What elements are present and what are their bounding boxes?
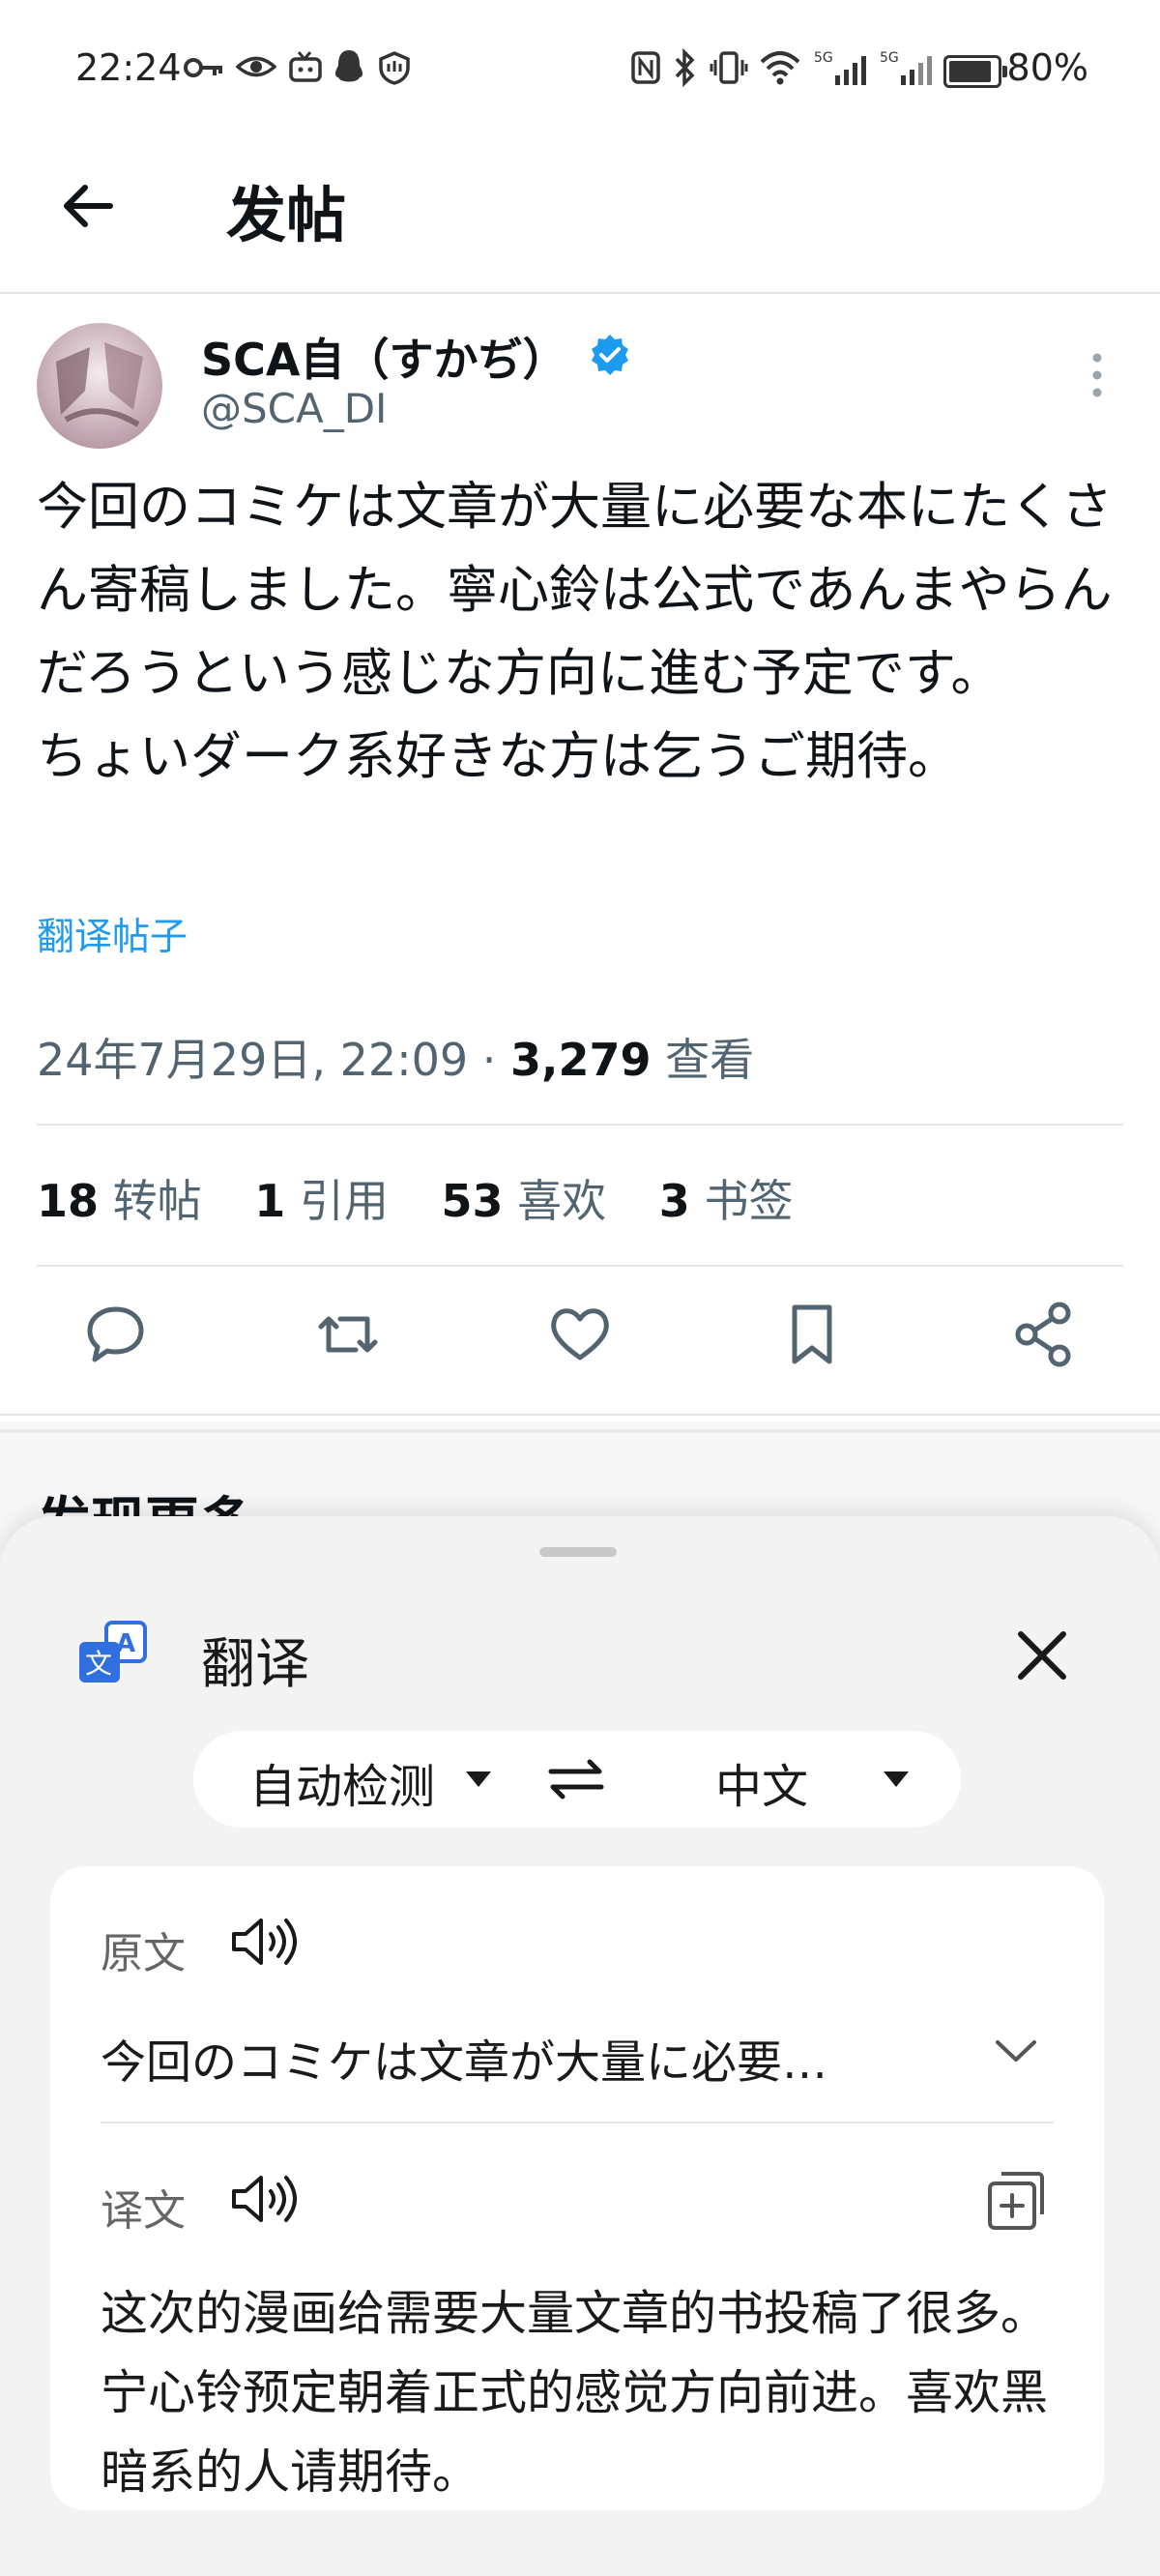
post-actions-bar <box>0 1296 1160 1383</box>
post-text: 今回のコミケは文章が大量に必要な本にたくさん寄稿しました。寧心鈴は公式であんまや… <box>37 478 1113 786</box>
chevron-down-icon[interactable] <box>994 2036 1038 2065</box>
reply-icon[interactable] <box>77 1296 155 1373</box>
verified-badge-icon <box>592 335 628 375</box>
target-language-select[interactable]: 中文 <box>715 1748 808 1816</box>
dropdown-triangle-icon[interactable] <box>464 1770 493 1789</box>
dropdown-triangle-icon[interactable] <box>882 1770 911 1789</box>
source-language-select[interactable]: 自动检测 <box>249 1748 435 1816</box>
svg-text:5G: 5G <box>814 50 833 66</box>
author-handle[interactable]: @SCA_DI <box>201 385 387 432</box>
status-bar: 22:24 5G 5G 80% <box>0 0 1160 135</box>
engagement-stats: 18 转帖 1 引用 53 喜欢 3 书签 <box>37 1166 831 1230</box>
back-arrow-icon[interactable] <box>56 172 124 240</box>
post-timestamp: 24年7月29日, 22:09 · <box>37 1034 511 1086</box>
translated-text-label: 译文 <box>101 2186 186 2236</box>
battery-icon <box>943 55 1007 88</box>
author-name[interactable]: SCA自（すかぢ） <box>201 325 567 389</box>
views-count: 3,279 <box>510 1034 652 1086</box>
post-meta: 24年7月29日, 22:09 · 3,279 查看 <box>37 1025 754 1089</box>
speaker-icon[interactable] <box>228 2172 302 2226</box>
eye-icon <box>236 56 276 77</box>
swap-languages-icon[interactable] <box>547 1758 605 1800</box>
page-title: 发帖 <box>226 180 347 250</box>
share-icon[interactable] <box>1005 1296 1083 1373</box>
translated-text: 这次的漫画给需要大量文章的书投稿了很多。宁心铃预定朝着正式的感觉方向前进。喜欢黑… <box>101 2286 1049 2500</box>
more-options-icon[interactable] <box>1083 350 1112 400</box>
status-time: 22:24 <box>75 46 182 89</box>
stat-quotes[interactable]: 1 引用 <box>254 1175 389 1227</box>
stat-likes[interactable]: 53 喜欢 <box>442 1175 607 1227</box>
card-divider <box>101 2122 1054 2123</box>
speaker-icon[interactable] <box>228 1915 302 1969</box>
actions-divider <box>0 1414 1160 1416</box>
svg-text:5G: 5G <box>880 50 899 66</box>
stat-bookmarks[interactable]: 3 书签 <box>659 1175 794 1227</box>
close-icon[interactable] <box>1011 1625 1073 1686</box>
repost-icon[interactable] <box>309 1296 387 1373</box>
bluetooth-icon <box>675 48 695 87</box>
qq-icon <box>335 50 362 82</box>
wifi-icon <box>760 51 800 85</box>
translate-icon: A 文 <box>79 1621 147 1683</box>
like-heart-icon[interactable] <box>541 1296 619 1373</box>
battery-percent: 80% <box>1006 46 1088 89</box>
header-divider <box>0 292 1160 294</box>
signal-5g-icon: 5G <box>814 50 866 85</box>
shield-icon <box>379 51 410 85</box>
meta-divider <box>37 1124 1123 1126</box>
avatar[interactable] <box>37 323 162 449</box>
vibrate-icon <box>710 51 748 84</box>
nfc-icon <box>631 51 660 84</box>
source-text: 今回のコミケは文章が大量に必要… <box>101 2036 827 2090</box>
sheet-drag-handle[interactable] <box>539 1547 617 1557</box>
tv-icon <box>289 51 322 82</box>
key-icon <box>184 58 222 77</box>
signal-5g-icon: 5G <box>880 50 932 85</box>
svg-text:文: 文 <box>85 1648 112 1680</box>
stats-divider <box>37 1265 1123 1267</box>
stat-reposts[interactable]: 18 转帖 <box>37 1175 202 1227</box>
translate-post-link[interactable]: 翻译帖子 <box>37 907 188 961</box>
copy-icon[interactable] <box>982 2166 1050 2234</box>
source-text-label: 原文 <box>101 1929 186 1978</box>
bookmark-icon[interactable] <box>773 1296 851 1373</box>
translate-sheet-title: 翻译 <box>201 1633 309 1696</box>
views-label: 查看 <box>651 1034 755 1086</box>
